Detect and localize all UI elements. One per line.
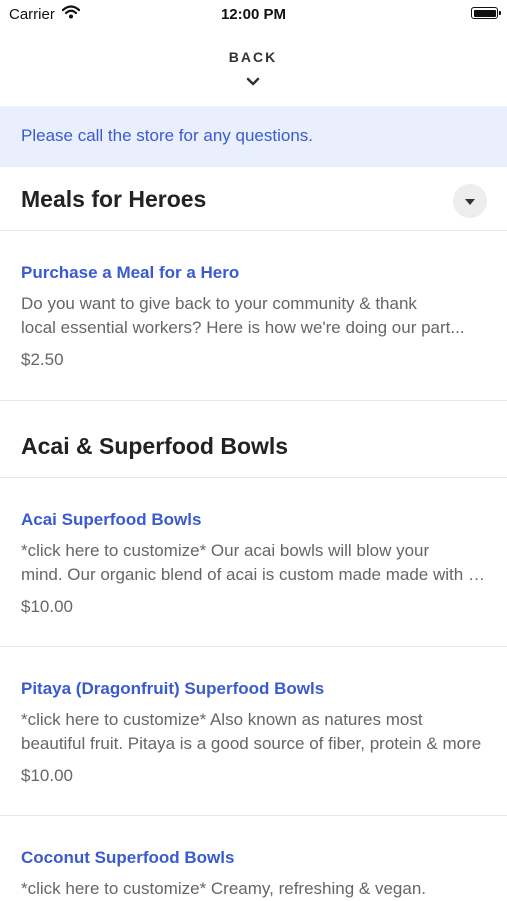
section-header-acai-superfood-bowls: Acai & Superfood Bowls: [0, 401, 507, 478]
dropdown-triangle-icon: [465, 199, 475, 205]
item-name: Pitaya (Dragonfruit) Superfood Bowls: [21, 679, 325, 698]
item-price: $10.00: [21, 597, 73, 616]
item-description-line: local essential workers? Here is how we'…: [21, 318, 465, 337]
item-price: $10.00: [21, 766, 73, 785]
back-button[interactable]: BACK: [203, 45, 303, 93]
item-description: *click here to customize* Also known as …: [21, 708, 487, 756]
menu-item-pitaya-superfood-bowls[interactable]: Pitaya (Dragonfruit) Superfood Bowls *cl…: [0, 647, 507, 816]
clock: 12:00 PM: [220, 6, 287, 23]
section-title: Acai & Superfood Bowls: [21, 433, 289, 459]
chevron-down-icon: [246, 73, 260, 91]
notice-text: Please call the store for any questions.: [21, 126, 313, 145]
item-name: Coconut Superfood Bowls: [21, 848, 235, 867]
item-description-line: *click here to customize* Our acai bowls…: [21, 541, 430, 560]
item-description: Do you want to give back to your communi…: [21, 292, 487, 340]
item-description-line: mind. Our organic blend of acai is custo…: [21, 565, 487, 584]
battery-icon: [471, 7, 501, 19]
item-price: $2.50: [21, 350, 64, 369]
status-bar: Carrier 12:00 PM: [0, 0, 507, 30]
section-dropdown-button[interactable]: [453, 184, 487, 218]
notice-banner: Please call the store for any questions.: [0, 106, 507, 167]
item-name: Acai Superfood Bowls: [21, 510, 202, 529]
item-name: Purchase a Meal for a Hero: [21, 263, 240, 282]
item-description-line: *click here to customize* Creamy, refres…: [21, 879, 427, 898]
item-description-line: Do you want to give back to your communi…: [21, 294, 417, 313]
item-description-line: *click here to customize* Also known as …: [21, 710, 423, 729]
item-description-line: beautiful fruit. Pitaya is a good source…: [21, 734, 482, 753]
menu-item-purchase-meal-hero[interactable]: Purchase a Meal for a Hero Do you want t…: [0, 231, 507, 401]
item-description: *click here to customize* Our acai bowls…: [21, 539, 487, 587]
item-description: *click here to customize* Creamy, refres…: [21, 877, 487, 901]
menu-item-acai-superfood-bowls[interactable]: Acai Superfood Bowls *click here to cust…: [0, 478, 507, 647]
section-title: Meals for Heroes: [21, 186, 207, 212]
menu-item-coconut-superfood-bowls[interactable]: Coconut Superfood Bowls *click here to c…: [0, 816, 507, 900]
back-label: BACK: [228, 49, 278, 65]
section-header-meals-for-heroes[interactable]: Meals for Heroes: [0, 167, 507, 231]
